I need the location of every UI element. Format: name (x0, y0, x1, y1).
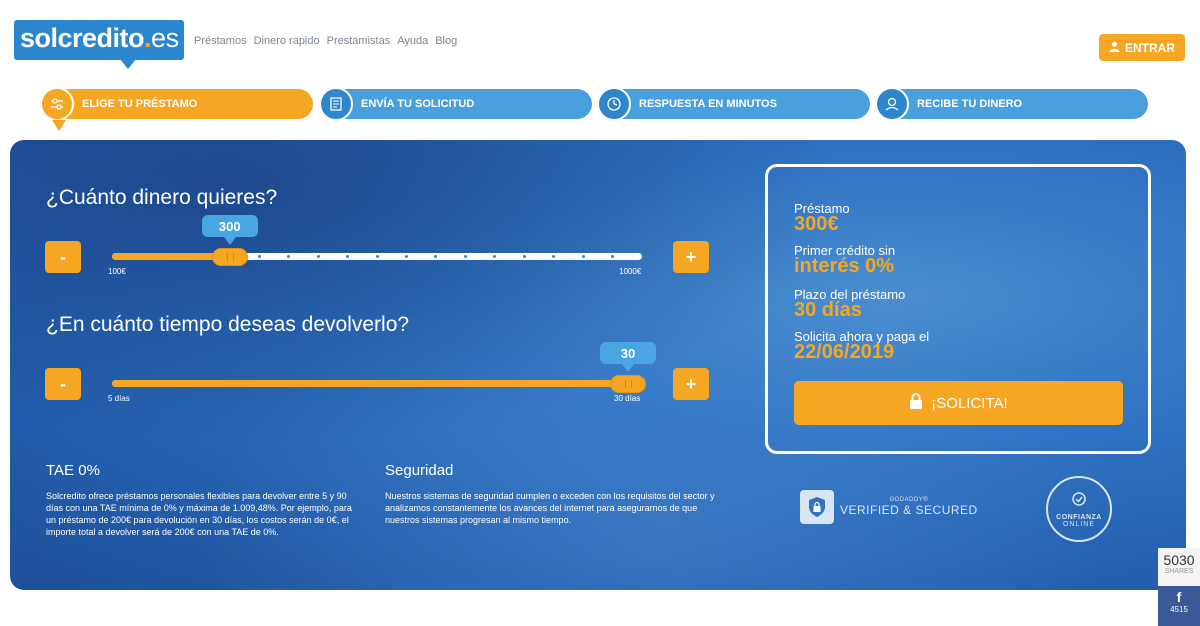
slider-step-dot (316, 255, 320, 258)
term-min-label: 5 días (108, 394, 130, 403)
amount-slider-track[interactable] (112, 253, 642, 260)
loan-calculator-panel: ¿Cuánto dinero quieres? - 300 + 100€ 100… (10, 140, 1186, 590)
slider-step-dot (611, 255, 615, 258)
facebook-count: 4515 (1170, 605, 1188, 614)
security-title: Seguridad (385, 462, 454, 479)
slider-step-dot (404, 255, 408, 258)
amount-minus-button[interactable]: - (45, 241, 81, 273)
step-recibe-dinero[interactable]: RECIBE TU DINERO (875, 87, 1148, 121)
money-icon (875, 87, 909, 121)
nav-prestamistas[interactable]: Prestamistas (327, 35, 391, 47)
nav-dinero-rapido[interactable]: Dinero rapido (254, 35, 320, 47)
logo-main: solcredito (20, 23, 145, 53)
main-nav: Préstamos Dinero rapido Prestamistas Ayu… (194, 35, 457, 47)
shield-lock-icon (800, 490, 834, 524)
summary-pay-value: 22/06/2019 (794, 341, 895, 363)
term-slider-handle[interactable] (610, 375, 646, 393)
slider-step-dot (463, 255, 467, 258)
term-question: ¿En cuánto tiempo deseas devolverlo? (46, 313, 410, 336)
amount-slider-dots (112, 255, 642, 258)
term-slider-fill (112, 380, 642, 387)
nav-ayuda[interactable]: Ayuda (397, 35, 428, 47)
step-label: ELIGE TU PRÉSTAMO (82, 98, 198, 110)
step-label: RECIBE TU DINERO (917, 98, 1023, 110)
amount-plus-button[interactable]: + (673, 241, 709, 273)
login-button[interactable]: ENTRAR (1099, 34, 1185, 61)
nav-prestamos[interactable]: Préstamos (194, 35, 247, 47)
share-widget: 5030 SHARES f 4515 (1158, 548, 1200, 626)
share-count: 5030 (1163, 552, 1195, 568)
sliders-icon (40, 87, 74, 131)
amount-min-label: 100€ (108, 267, 126, 276)
lock-icon (909, 393, 923, 413)
share-count-box: 5030 SHARES (1158, 548, 1200, 586)
summary-term-value: 30 días (794, 299, 862, 321)
online-text: ONLINE (1062, 520, 1096, 528)
amount-value-bubble: 300 (201, 215, 258, 245)
security-text: Nuestros sistemas de seguridad cumplen o… (385, 491, 715, 525)
login-label: ENTRAR (1125, 40, 1175, 55)
slider-step-dot (522, 255, 526, 258)
confianza-logo-icon (1071, 491, 1087, 512)
summary-first-value: interés 0% (794, 255, 895, 277)
confianza-online-badge[interactable]: CONFIANZA ONLINE (1046, 476, 1112, 542)
step-envia-solicitud[interactable]: ENVÍA TU SOLICITUD (319, 87, 592, 121)
godaddy-badge[interactable]: GODADDY® VERIFIED & SECURED (800, 490, 978, 524)
tae-title: TAE 0% (46, 462, 100, 479)
amount-slider-handle[interactable] (211, 248, 248, 266)
step-label: RESPUESTA EN MINUTOS (639, 98, 777, 110)
nav-blog[interactable]: Blog (435, 35, 457, 47)
slider-step-dot (257, 255, 261, 258)
term-slider-track[interactable] (112, 380, 642, 387)
slider-step-dot (434, 255, 438, 258)
slider-step-dot (552, 255, 556, 258)
tae-text: Solcredito ofrece préstamos personales f… (46, 491, 352, 537)
logo-suffix: es (151, 23, 179, 53)
step-elige-prestamo[interactable]: ELIGE TU PRÉSTAMO (40, 87, 313, 131)
slider-step-dot (346, 255, 350, 258)
solicita-button[interactable]: ¡SOLICITA! (794, 381, 1123, 425)
step-label: ENVÍA TU SOLICITUD (361, 98, 475, 110)
summary-loan-value: 300€ (794, 213, 839, 235)
loan-summary-box: Préstamo 300€ Primer crédito sin interés… (765, 164, 1151, 454)
clock-icon (597, 87, 631, 121)
user-icon (1109, 41, 1120, 55)
slider-step-dot (287, 255, 291, 258)
confianza-text: CONFIANZA (1056, 513, 1102, 521)
step-respuesta-minutos[interactable]: RESPUESTA EN MINUTOS (597, 87, 870, 121)
share-label: SHARES (1164, 568, 1194, 575)
godaddy-big-text: VERIFIED & SECURED (840, 503, 978, 517)
term-minus-button[interactable]: - (45, 368, 81, 400)
term-value-bubble: 30 (600, 342, 656, 372)
facebook-icon: f (1176, 589, 1182, 605)
term-plus-button[interactable]: + (673, 368, 709, 400)
logo-dot: . (144, 23, 152, 53)
document-icon (319, 87, 353, 121)
term-max-label: 30 días (614, 394, 641, 403)
amount-question: ¿Cuánto dinero quieres? (46, 186, 278, 209)
amount-max-label: 1000€ (619, 267, 642, 276)
slider-step-dot (493, 255, 497, 258)
slider-step-dot (375, 255, 379, 258)
logo[interactable]: solcredito.es (14, 14, 192, 69)
logo-text: solcredito.es (20, 23, 179, 54)
solicita-label: ¡SOLICITA! (931, 394, 1008, 412)
facebook-share-button[interactable]: f 4515 (1158, 586, 1200, 626)
slider-step-dot (581, 255, 585, 258)
